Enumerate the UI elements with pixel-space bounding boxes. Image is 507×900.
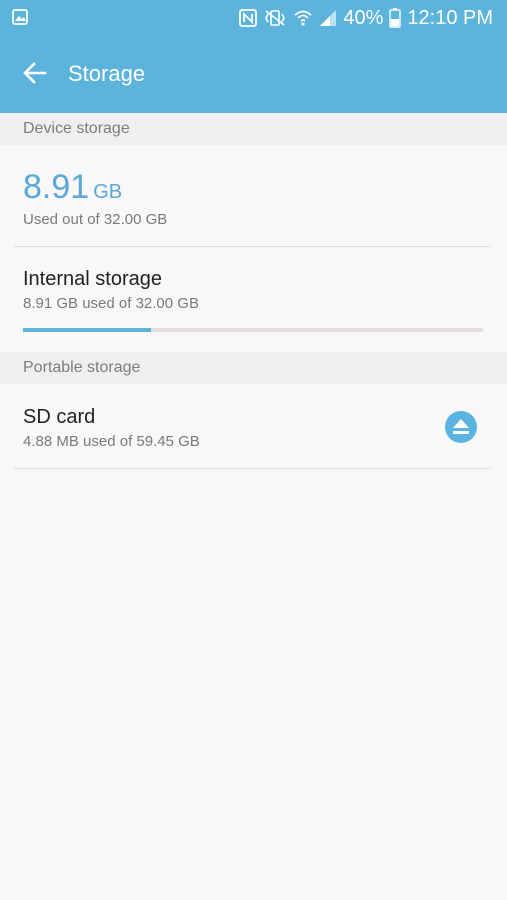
- section-header-label: Device storage: [23, 120, 130, 137]
- section-header-device-storage: Device storage: [0, 113, 507, 145]
- sd-card-subtitle: 4.88 MB used of 59.45 GB: [23, 433, 200, 450]
- back-button[interactable]: [14, 57, 54, 89]
- arrow-left-icon: [23, 62, 47, 84]
- sd-card-title: SD card: [23, 406, 96, 428]
- wifi-icon: [294, 10, 312, 26]
- internal-storage-row[interactable]: Internal storage 8.91 GB used of 32.00 G…: [0, 247, 507, 350]
- battery-percent: 40%: [343, 6, 384, 29]
- internal-storage-title: Internal storage: [23, 268, 162, 290]
- signal-icon: [320, 10, 337, 26]
- used-value: 8.91: [23, 168, 90, 206]
- used-unit: GB: [93, 181, 123, 203]
- sd-card-row[interactable]: SD card 4.88 MB used of 59.45 GB: [0, 384, 507, 468]
- eject-icon: [453, 419, 469, 434]
- used-caption: Used out of 32.00 GB: [23, 211, 168, 228]
- progress-fill: [23, 328, 151, 332]
- clock: 12:10 PM: [407, 6, 493, 29]
- battery-icon: [389, 8, 402, 28]
- app-bar: Storage: [0, 35, 507, 113]
- nfc-icon: [239, 9, 258, 27]
- image-icon: [12, 9, 28, 25]
- divider: [14, 468, 491, 469]
- used-storage-value: 8.91 GB: [23, 168, 122, 207]
- internal-storage-progress: [23, 328, 483, 332]
- internal-storage-subtitle: 8.91 GB used of 32.00 GB: [23, 295, 199, 312]
- status-bar: 40% 12:10 PM: [0, 0, 507, 35]
- eject-button[interactable]: [445, 411, 477, 443]
- section-header-portable-storage: Portable storage: [0, 352, 507, 384]
- section-header-label: Portable storage: [23, 359, 141, 376]
- vibrate-icon: [265, 10, 286, 26]
- page-title: Storage: [68, 61, 146, 86]
